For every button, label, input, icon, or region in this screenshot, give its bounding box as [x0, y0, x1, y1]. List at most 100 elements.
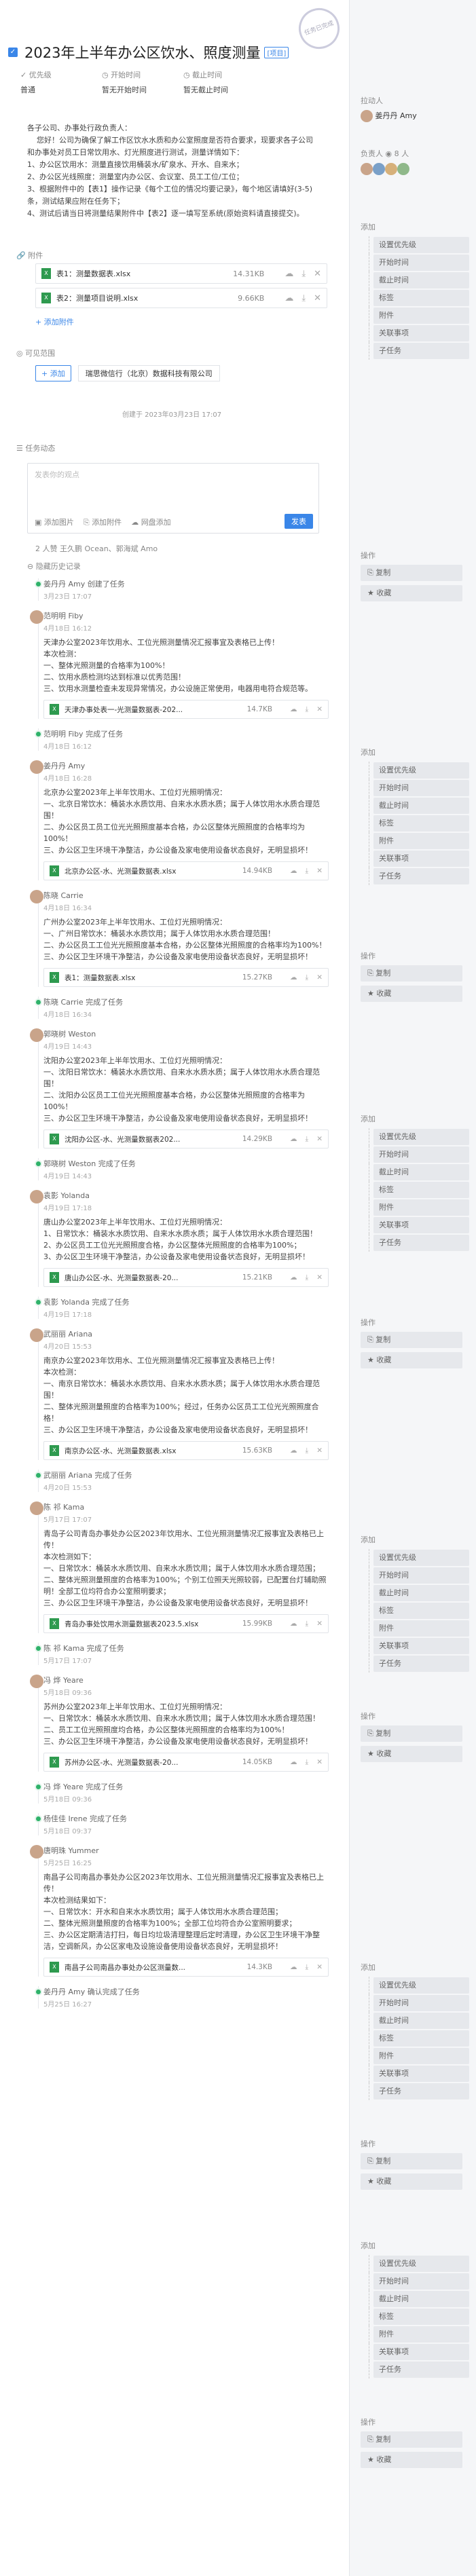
download-icon[interactable]: ⤓ [306, 1135, 309, 1144]
priority-value[interactable]: 普通 [20, 84, 102, 95]
sidebar-field[interactable]: 设置优先级 [369, 762, 469, 779]
sidebar-field[interactable]: 开始时间 [369, 779, 469, 797]
favorite-button[interactable]: ★ 收藏 [361, 1352, 462, 1368]
download-icon[interactable]: ⤓ [306, 973, 309, 982]
sidebar-field[interactable]: 设置优先级 [369, 1977, 469, 1994]
sidebar-field[interactable]: 附件 [369, 307, 469, 324]
download-icon[interactable]: ⤓ [306, 1446, 309, 1455]
comment-attachment[interactable]: X 南京办公区-水、光测量数据表.xlsx 15.63KB ☁ ⤓ ✕ [43, 1441, 329, 1460]
cloud-icon[interactable]: ☁ [285, 269, 293, 279]
download-icon[interactable]: ⤓ [306, 1963, 309, 1972]
close-icon[interactable]: ✕ [316, 705, 323, 713]
cloud-icon[interactable]: ☁ [290, 1273, 297, 1282]
comment-attachment[interactable]: X 北京办公区-水、光测量数据表.xlsx 14.94KB ☁ ⤓ ✕ [43, 861, 329, 880]
sidebar-field[interactable]: 关联事项 [369, 1637, 469, 1655]
close-icon[interactable]: ✕ [316, 973, 323, 982]
cloud-icon[interactable]: ☁ [290, 1758, 297, 1766]
sidebar-field[interactable]: 截止时间 [369, 1584, 469, 1602]
comment-attachment[interactable]: X 唐山办公区-水、光测量数据表-20... 15.21KB ☁ ⤓ ✕ [43, 1268, 329, 1287]
add-image-button[interactable]: ▣ 添加图片 [35, 517, 74, 527]
sidebar-field[interactable]: 开始时间 [369, 1994, 469, 2012]
copy-button[interactable]: ⎘ 复制 [361, 2153, 462, 2169]
sidebar-field[interactable]: 关联事项 [369, 850, 469, 867]
sidebar-field[interactable]: 设置优先级 [369, 1549, 469, 1567]
comment-attachment[interactable]: X 南昌子公司南昌办事处办公区测量数... 14.3KB ☁ ⤓ ✕ [43, 1958, 329, 1977]
cloud-icon[interactable]: ☁ [290, 973, 297, 982]
favorite-button[interactable]: ★ 收藏 [361, 1746, 462, 1762]
comment-box[interactable]: 发表你的观点 ▣ 添加图片 ⎘ 添加附件 ☁ 网盘添加 发表 [27, 463, 319, 534]
sidebar-field[interactable]: 截止时间 [369, 272, 469, 289]
download-icon[interactable]: ⤓ [301, 293, 306, 303]
close-icon[interactable]: ✕ [316, 1273, 323, 1282]
cloud-icon[interactable]: ☁ [290, 705, 297, 713]
add-scope-button[interactable]: + 添加 [35, 365, 71, 381]
owner[interactable]: 姜丹丹 Amy [361, 110, 469, 122]
sidebar-field[interactable]: 标签 [369, 2308, 469, 2326]
sidebar-field[interactable]: 子任务 [369, 2361, 469, 2378]
attachment-item[interactable]: X 表1：测量数据表.xlsx 14.31KB ☁ ⤓ ✕ [35, 263, 327, 284]
sidebar-field[interactable]: 附件 [369, 1620, 469, 1637]
sidebar-field[interactable]: 开始时间 [369, 254, 469, 272]
favorite-button[interactable]: ★ 收藏 [361, 2173, 462, 2190]
send-button[interactable]: 发表 [285, 514, 313, 529]
history-toggle[interactable]: ⊖ 隐藏历史记录 [27, 561, 81, 572]
download-icon[interactable]: ⤓ [306, 1273, 309, 1282]
comment-attachment[interactable]: X 天津办事处表一-光测量数据表-202... 14.7KB ☁ ⤓ ✕ [43, 700, 329, 719]
sidebar-field[interactable]: 开始时间 [369, 2273, 469, 2290]
sidebar-field[interactable]: 关联事项 [369, 324, 469, 342]
close-icon[interactable]: ✕ [316, 1135, 323, 1143]
sidebar-field[interactable]: 附件 [369, 2047, 469, 2065]
comment-attachment[interactable]: X 表1：测量数据表.xlsx 15.27KB ☁ ⤓ ✕ [43, 968, 329, 987]
close-icon[interactable]: ✕ [314, 293, 321, 303]
sidebar-field[interactable]: 子任务 [369, 2083, 469, 2100]
cloud-icon[interactable]: ☁ [285, 293, 293, 303]
close-icon[interactable]: ✕ [316, 1446, 323, 1455]
sidebar-field[interactable]: 截止时间 [369, 1163, 469, 1181]
sidebar-field[interactable]: 关联事项 [369, 1216, 469, 1234]
copy-button[interactable]: ⎘ 复制 [361, 1332, 462, 1348]
copy-button[interactable]: ⎘ 复制 [361, 2431, 462, 2448]
download-icon[interactable]: ⤓ [301, 269, 306, 279]
sidebar-field[interactable]: 子任务 [369, 867, 469, 885]
due-value[interactable]: 暂无截止时间 [183, 84, 285, 95]
sidebar-field[interactable]: 子任务 [369, 1234, 469, 1252]
sidebar-field[interactable]: 标签 [369, 1602, 469, 1620]
cloud-icon[interactable]: ☁ [290, 1963, 297, 1971]
copy-button[interactable]: ⎘ 复制 [361, 565, 462, 581]
favorite-button[interactable]: ★ 收藏 [361, 2452, 462, 2468]
download-icon[interactable]: ⤓ [306, 1620, 309, 1628]
copy-button[interactable]: ⎘ 复制 [361, 1725, 462, 1742]
sidebar-field[interactable]: 设置优先级 [369, 236, 469, 254]
start-value[interactable]: 暂无开始时间 [102, 84, 183, 95]
sidebar-field[interactable]: 设置优先级 [369, 1128, 469, 1146]
sidebar-field[interactable]: 附件 [369, 1199, 469, 1216]
cloud-icon[interactable]: ☁ [290, 1135, 297, 1143]
download-icon[interactable]: ⤓ [306, 1758, 309, 1767]
cloud-icon[interactable]: ☁ [290, 1446, 297, 1455]
add-attachment-link[interactable]: + 添加附件 [35, 316, 74, 327]
sidebar-field[interactable]: 子任务 [369, 342, 469, 360]
sidebar-field[interactable]: 附件 [369, 832, 469, 850]
cloud-add-button[interactable]: ☁ 网盘添加 [131, 517, 171, 527]
sidebar-field[interactable]: 截止时间 [369, 797, 469, 815]
download-icon[interactable]: ⤓ [306, 705, 309, 714]
sidebar-field[interactable]: 附件 [369, 2326, 469, 2343]
cloud-icon[interactable]: ☁ [290, 1620, 297, 1628]
comment-input[interactable]: 发表你的观点 [35, 469, 79, 480]
sidebar-field[interactable]: 开始时间 [369, 1567, 469, 1584]
sidebar-field[interactable]: 关联事项 [369, 2343, 469, 2361]
sidebar-field[interactable]: 设置优先级 [369, 2255, 469, 2273]
sidebar-field[interactable]: 标签 [369, 2030, 469, 2047]
project-badge[interactable]: [项目] [264, 46, 289, 58]
close-icon[interactable]: ✕ [316, 1963, 323, 1971]
members-avatars[interactable] [361, 163, 469, 175]
favorite-button[interactable]: ★ 收藏 [361, 986, 462, 1002]
attachment-item[interactable]: X 表2：测量项目说明.xlsx 9.66KB ☁ ⤓ ✕ [35, 288, 327, 308]
comment-attachment[interactable]: X 青岛办事处饮用水测量数据表2023.5.xlsx 15.99KB ☁ ⤓ ✕ [43, 1614, 329, 1633]
download-icon[interactable]: ⤓ [306, 867, 309, 876]
sidebar-field[interactable]: 截止时间 [369, 2012, 469, 2030]
sidebar-field[interactable]: 标签 [369, 1181, 469, 1199]
sidebar-field[interactable]: 标签 [369, 815, 469, 832]
cloud-icon[interactable]: ☁ [290, 867, 297, 875]
comment-attachment[interactable]: X 苏州办公区-水、光测量数据表-20... 14.05KB ☁ ⤓ ✕ [43, 1753, 329, 1772]
